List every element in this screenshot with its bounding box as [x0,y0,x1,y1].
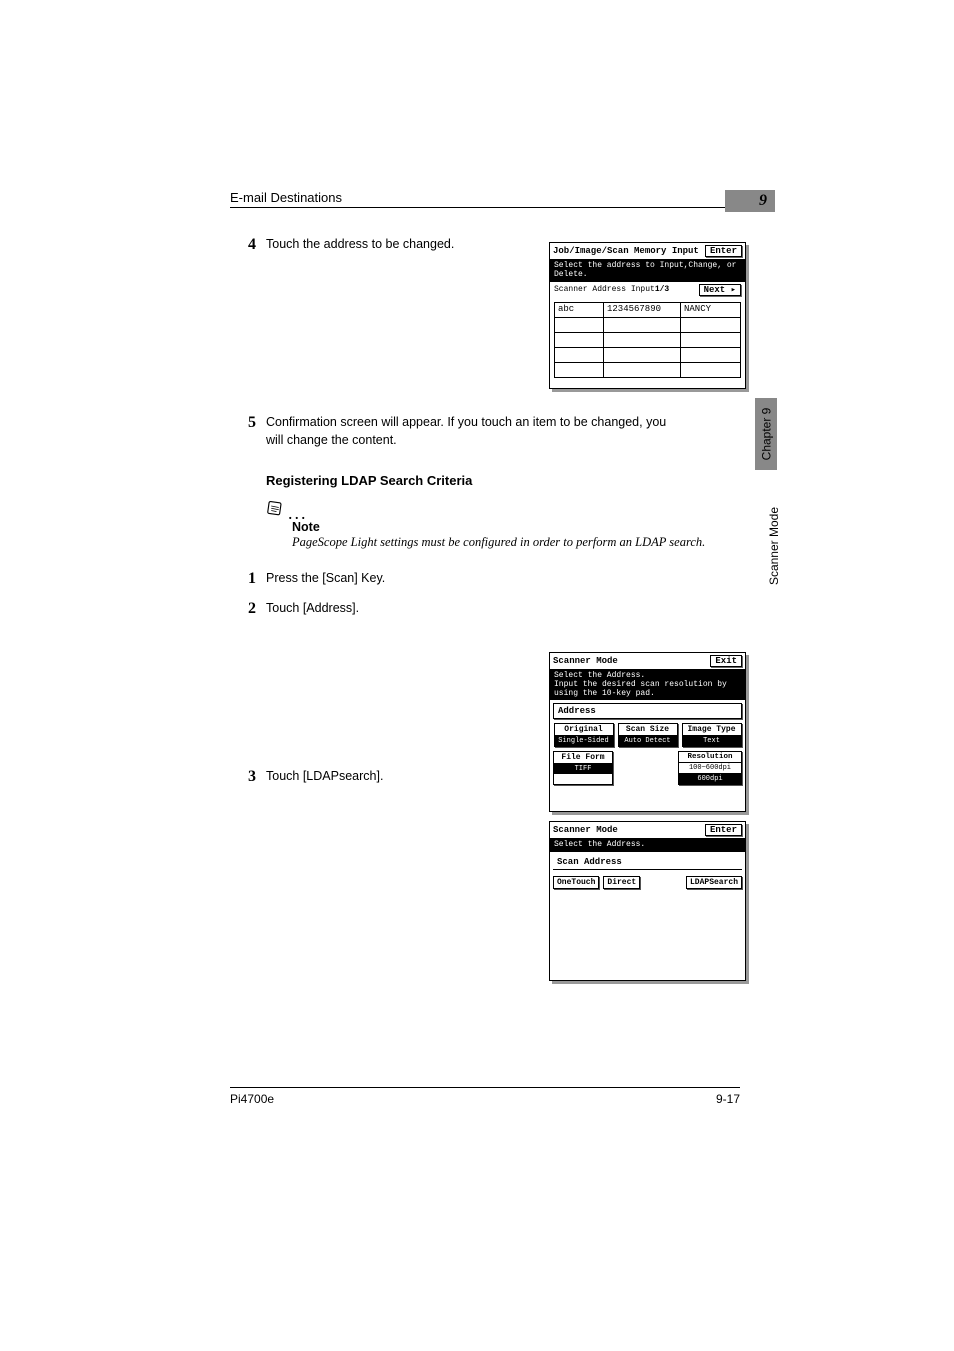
scanner-mode-address-panel: Scanner Mode Enter Select the Address. S… [549,821,746,981]
scan-memory-input-panel: Job/Image/Scan Memory Input Enter Select… [549,242,746,389]
tile-value: Auto Detect [619,736,677,746]
step-text: Press the [Scan] Key. [266,570,686,588]
step-text: Touch [LDAPsearch]. [266,768,496,786]
step-text: Touch [Address]. [266,600,496,618]
note-text: PageScope Light settings must be configu… [292,534,740,552]
tile-label: Original [555,724,613,736]
enter-button[interactable]: Enter [705,245,742,257]
tile-label: Scan Size [619,724,677,736]
panel2-title: Scanner Mode [553,656,618,666]
address-button[interactable]: Address [553,703,742,719]
footer-left: Pi4700e [230,1092,274,1106]
address-table: abc 1234567890 NANCY [554,302,741,378]
step-number: 1 [230,570,266,588]
side-tab-chapter: Chapter 9 [755,398,777,470]
table-row[interactable]: abc 1234567890 NANCY [555,303,740,318]
chapter-badge: 9 [725,190,775,212]
header-title: E-mail Destinations [230,190,342,205]
cell-number: 1234567890 [604,303,681,317]
file-form-tile[interactable]: File Form TIFF [553,751,613,785]
scan-size-tile[interactable]: Scan Size Auto Detect [618,723,678,747]
panel1-title: Job/Image/Scan Memory Input [553,246,699,256]
footer-right: 9-17 [716,1092,740,1106]
cell-name: abc [555,303,604,317]
side-tab-mode: Scanner Mode [767,507,781,585]
chapter-number: 9 [759,192,767,210]
step-text: Touch the address to be changed. [266,236,496,254]
note-label: Note [292,520,740,534]
step-text: Confirmation screen will appear. If you … [266,414,686,449]
resolution-tile[interactable]: Resolution 100~600dpi 600dpi [678,751,742,785]
cell-label: NANCY [681,303,740,317]
subheading-ldap: Registering LDAP Search Criteria [266,473,740,488]
tile-value: 600dpi [679,774,741,784]
panel2-msg2: Input the desired scan resolution by usi… [554,681,741,699]
step-number: 2 [230,600,266,618]
panel3-title: Scanner Mode [553,825,618,835]
note-icon [266,500,284,518]
onetouch-button[interactable]: OneTouch [553,876,599,889]
original-tile[interactable]: Original Single-Sided [554,723,614,747]
ldapsearch-button[interactable]: LDAPSearch [686,876,742,889]
tile-label: Image Type [683,724,741,736]
tile-sublabel: 100~600dpi [679,763,741,774]
tile-value: TIFF [554,764,612,774]
tile-label: File Form [554,752,612,764]
side-chapter-label: Chapter 9 [759,408,773,461]
next-button[interactable]: Next ▸ [699,284,741,296]
page-footer: Pi4700e 9-17 [230,1087,740,1106]
tile-value: Text [683,736,741,746]
panel1-page: 1/3 [655,285,669,294]
step-number: 4 [230,236,266,254]
panel1-subleft: Scanner Address Input [554,285,655,294]
scan-address-label: Scan Address [553,855,742,870]
exit-button[interactable]: Exit [710,655,742,667]
panel3-msg: Select the Address. [550,839,745,852]
image-type-tile[interactable]: Image Type Text [682,723,742,747]
tile-label: Resolution [679,752,741,763]
enter-button[interactable]: Enter [705,824,742,836]
page-header: E-mail Destinations [230,190,740,208]
note-block: ... Note PageScope Light settings must b… [266,500,740,552]
step-number: 5 [230,414,266,449]
step-number: 3 [230,768,266,786]
direct-button[interactable]: Direct [603,876,640,889]
tile-value: Single-Sided [555,736,613,746]
note-dots: ... [288,508,308,518]
scanner-mode-panel: Scanner Mode Exit Select the Address. In… [549,652,746,812]
panel1-message: Select the address to Input,Change, or D… [550,260,745,282]
